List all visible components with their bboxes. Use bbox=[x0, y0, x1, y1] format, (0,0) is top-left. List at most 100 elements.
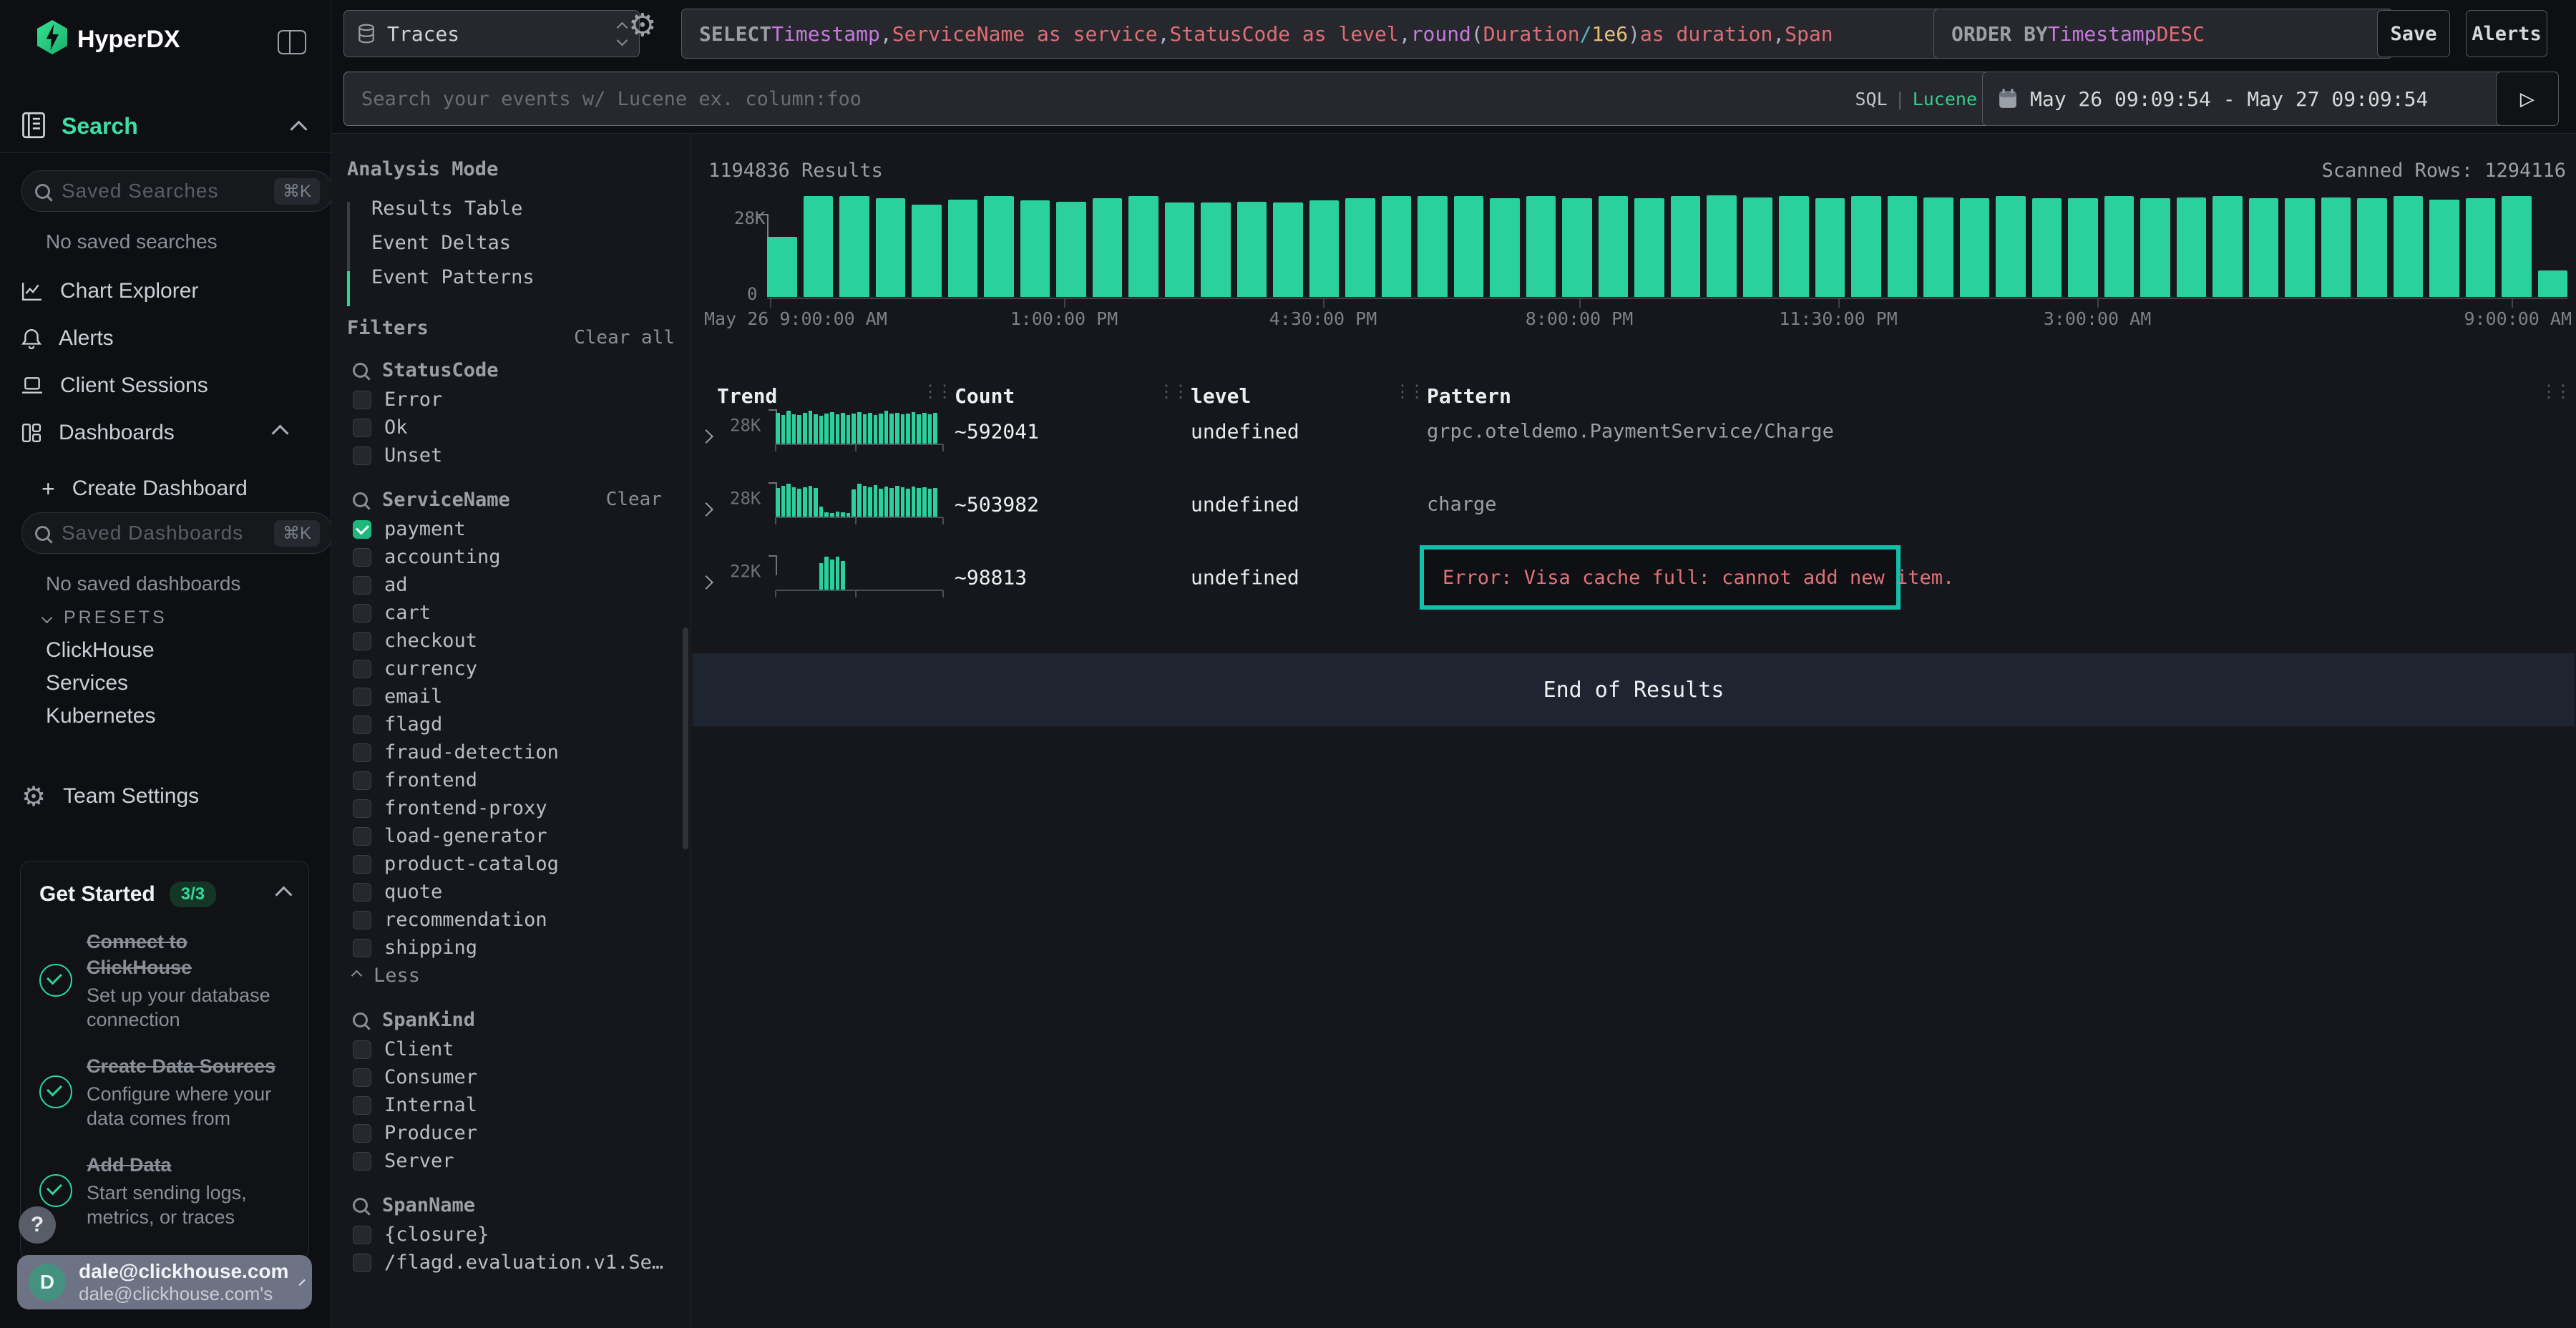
get-started-item[interactable]: Add DataStart sending logs, metrics, or … bbox=[39, 1152, 290, 1229]
preset-item[interactable]: ClickHouse bbox=[46, 634, 155, 667]
filter-item[interactable]: ad bbox=[353, 571, 691, 599]
sidebar-item-search[interactable]: Search bbox=[62, 113, 138, 140]
checkbox[interactable] bbox=[353, 883, 371, 902]
time-range-picker[interactable]: May 26 09:09:54 - May 27 09:09:54 bbox=[1982, 72, 2507, 126]
toggle-sql[interactable]: SQL bbox=[1855, 89, 1887, 109]
clear-all-filters[interactable]: Clear all bbox=[574, 327, 675, 348]
table-row[interactable]: 28K~503982undefinedcharge bbox=[691, 475, 2576, 534]
chevron-up-icon[interactable] bbox=[275, 886, 292, 903]
checkbox[interactable] bbox=[353, 1254, 371, 1272]
get-started-item[interactable]: Connect to ClickHouseSet up your databas… bbox=[39, 929, 290, 1032]
help-button[interactable]: ? bbox=[19, 1206, 56, 1244]
filter-item[interactable]: cart bbox=[353, 599, 691, 627]
checkbox[interactable] bbox=[353, 391, 371, 409]
analysis-mode-item[interactable]: Event Deltas bbox=[371, 225, 535, 260]
checkbox[interactable] bbox=[353, 1096, 371, 1115]
preset-item[interactable]: Kubernetes bbox=[46, 700, 155, 733]
alerts-button[interactable]: Alerts bbox=[2466, 10, 2547, 57]
run-query-button[interactable]: ▷ bbox=[2496, 72, 2559, 126]
filter-item[interactable]: Internal bbox=[353, 1091, 691, 1119]
filter-item[interactable]: accounting bbox=[353, 543, 691, 571]
saved-dashboards-input[interactable]: Saved Dashboards ⌘K bbox=[21, 512, 333, 554]
filter-item[interactable]: Client bbox=[353, 1035, 691, 1063]
analysis-mode-item[interactable]: Event Patterns bbox=[371, 260, 535, 294]
sidebar-item-alerts[interactable]: Alerts bbox=[21, 322, 308, 355]
checkbox[interactable] bbox=[353, 771, 371, 790]
filter-item[interactable]: Consumer bbox=[353, 1063, 691, 1091]
checkbox[interactable] bbox=[353, 419, 371, 437]
filter-item[interactable]: load-generator bbox=[353, 822, 691, 850]
checkbox[interactable] bbox=[353, 827, 371, 846]
filter-item[interactable]: product-catalog bbox=[353, 850, 691, 878]
checkbox[interactable] bbox=[353, 716, 371, 734]
checkbox[interactable] bbox=[353, 939, 371, 957]
column-drag-handle-icon[interactable]: ⋮⋮ bbox=[922, 381, 950, 401]
checkbox[interactable] bbox=[353, 1226, 371, 1244]
filter-item[interactable]: email bbox=[353, 683, 691, 711]
checkbox[interactable] bbox=[353, 688, 371, 706]
checkbox[interactable] bbox=[353, 446, 371, 465]
collapse-sidebar-icon[interactable] bbox=[278, 30, 306, 54]
expand-row-icon[interactable] bbox=[699, 429, 713, 444]
create-dashboard-button[interactable]: + Create Dashboard bbox=[42, 472, 328, 505]
filter-item[interactable]: checkout bbox=[353, 627, 691, 655]
sql-select-editor[interactable]: SELECT Timestamp, ServiceName as service… bbox=[681, 9, 1946, 59]
filter-item[interactable]: shipping bbox=[353, 934, 691, 962]
checkbox[interactable] bbox=[353, 520, 371, 539]
filter-item[interactable]: Error bbox=[353, 386, 691, 414]
chevron-up-icon[interactable] bbox=[271, 424, 288, 441]
filters-scrollbar[interactable] bbox=[683, 628, 688, 849]
chevron-up-icon[interactable] bbox=[290, 120, 307, 137]
table-row[interactable]: 28K~592041undefinedgrpc.oteldemo.Payment… bbox=[691, 402, 2576, 461]
filter-item[interactable]: recommendation bbox=[353, 906, 691, 934]
checkbox[interactable] bbox=[353, 799, 371, 818]
table-options-icon[interactable]: ⋮⋮ bbox=[2540, 381, 2569, 401]
preset-item[interactable]: Services bbox=[46, 667, 155, 700]
column-drag-handle-icon[interactable]: ⋮⋮ bbox=[1158, 381, 1186, 401]
checkbox[interactable] bbox=[353, 743, 371, 762]
saved-searches-input[interactable]: Saved Searches ⌘K bbox=[21, 170, 333, 212]
toggle-lucene[interactable]: Lucene bbox=[1913, 89, 1977, 109]
checkbox[interactable] bbox=[353, 1152, 371, 1171]
filter-item[interactable]: fraud-detection bbox=[353, 738, 691, 766]
checkbox[interactable] bbox=[353, 604, 371, 622]
checkbox[interactable] bbox=[353, 855, 371, 874]
user-menu[interactable]: D dale@clickhouse.com dale@clickhouse.co… bbox=[17, 1255, 312, 1309]
expand-row-icon[interactable] bbox=[699, 502, 713, 517]
checkbox[interactable] bbox=[353, 548, 371, 567]
checkbox[interactable] bbox=[353, 1040, 371, 1059]
checkbox[interactable] bbox=[353, 660, 371, 678]
filter-item[interactable]: {closure} bbox=[353, 1221, 691, 1249]
show-less-toggle[interactable]: Less bbox=[353, 962, 691, 990]
sidebar-item-chart-explorer[interactable]: Chart Explorer bbox=[21, 275, 308, 308]
sidebar-item-client-sessions[interactable]: Client Sessions bbox=[21, 369, 308, 402]
filter-item[interactable]: Producer bbox=[353, 1119, 691, 1147]
search-input[interactable]: Search your events w/ Lucene ex. column:… bbox=[343, 72, 1995, 126]
data-source-select[interactable]: Traces bbox=[343, 10, 640, 57]
filter-item[interactable]: /flagd.evaluation.v1.Se… bbox=[353, 1249, 691, 1276]
filter-item[interactable]: payment bbox=[353, 515, 691, 543]
filter-item[interactable]: Server bbox=[353, 1147, 691, 1175]
order-by-editor[interactable]: ORDER BY Timestamp DESC bbox=[1933, 9, 2393, 59]
presets-toggle[interactable]: PRESETS bbox=[43, 601, 329, 634]
filter-item[interactable]: frontend bbox=[353, 766, 691, 794]
checkbox[interactable] bbox=[353, 911, 371, 929]
query-language-toggle[interactable]: SQL|Lucene bbox=[1855, 89, 1977, 109]
checkbox[interactable] bbox=[353, 1124, 371, 1143]
highlighted-pattern-box[interactable]: Error: Visa cache full: cannot add new i… bbox=[1420, 545, 1901, 610]
checkbox[interactable] bbox=[353, 1068, 371, 1087]
sidebar-item-team-settings[interactable]: ⚙ Team Settings bbox=[21, 780, 308, 813]
table-row[interactable]: 22K~98813undefinedError: Visa cache full… bbox=[691, 548, 2576, 607]
checkbox[interactable] bbox=[353, 576, 371, 595]
checkbox[interactable] bbox=[353, 632, 371, 650]
filter-item[interactable]: flagd bbox=[353, 711, 691, 738]
save-button[interactable]: Save bbox=[2377, 10, 2450, 57]
clear-filter-button[interactable]: Clear bbox=[606, 489, 662, 510]
filter-item[interactable]: quote bbox=[353, 878, 691, 906]
filter-item[interactable]: Ok bbox=[353, 414, 691, 441]
filter-item[interactable]: currency bbox=[353, 655, 691, 683]
column-drag-handle-icon[interactable]: ⋮⋮ bbox=[1394, 381, 1423, 401]
source-settings-gear-icon[interactable]: ⚙ bbox=[628, 7, 656, 44]
filter-item[interactable]: frontend-proxy bbox=[353, 794, 691, 822]
expand-row-icon[interactable] bbox=[699, 575, 713, 590]
